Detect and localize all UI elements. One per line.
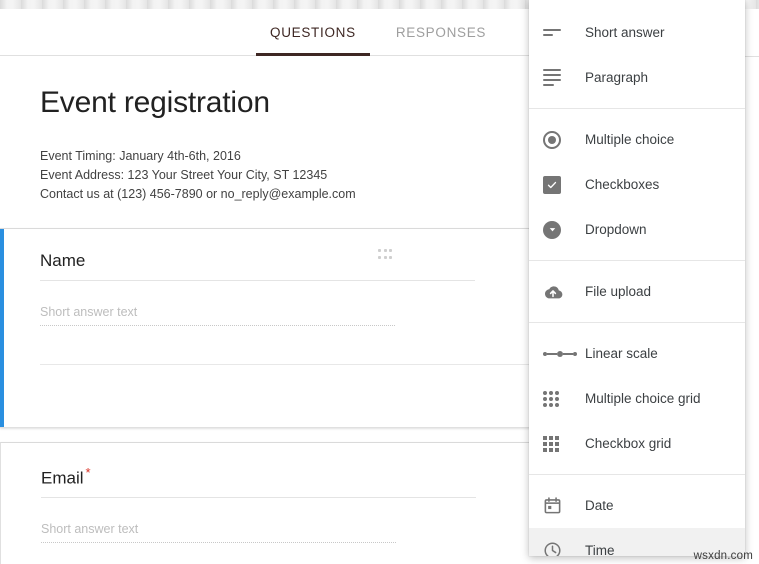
menu-item-linear-scale[interactable]: Linear scale <box>529 331 745 376</box>
tab-responses-label: RESPONSES <box>395 25 487 40</box>
short-answer-icon <box>543 29 577 36</box>
menu-group-datetime: Date Time <box>529 483 745 556</box>
menu-group-file: File upload <box>529 269 745 314</box>
menu-item-linear-scale-label: Linear scale <box>585 346 658 361</box>
menu-group-choice: Multiple choice Checkboxes Dropdown <box>529 117 745 252</box>
question-title-name[interactable]: Name <box>40 251 475 281</box>
menu-item-checkbox-grid-label: Checkbox grid <box>585 436 672 451</box>
editor-tabs: QUESTIONS RESPONSES <box>250 9 506 56</box>
radio-button-icon <box>543 130 577 149</box>
answer-placeholder-name: Short answer text <box>40 305 395 326</box>
menu-item-dropdown[interactable]: Dropdown <box>529 207 745 252</box>
menu-top-padding <box>529 0 745 10</box>
menu-item-multiple-choice[interactable]: Multiple choice <box>529 117 745 162</box>
menu-item-checkboxes-label: Checkboxes <box>585 177 660 192</box>
menu-item-multiple-choice-label: Multiple choice <box>585 132 675 147</box>
menu-item-time-label: Time <box>585 543 615 556</box>
page-right-edge-rule <box>745 56 759 57</box>
drag-handle-icon[interactable] <box>378 249 393 260</box>
site-watermark: wsxdn.com <box>693 550 753 562</box>
linear-scale-icon <box>543 350 577 357</box>
dropdown-arrow-icon <box>543 220 577 239</box>
menu-group-scale-grid: Linear scale Multiple choice grid Checkb… <box>529 331 745 466</box>
menu-item-date[interactable]: Date <box>529 483 745 528</box>
menu-item-date-label: Date <box>585 498 614 513</box>
tab-questions-label: QUESTIONS <box>270 25 356 40</box>
dot-grid-icon <box>543 390 577 407</box>
square-grid-icon <box>543 435 577 452</box>
cloud-upload-icon <box>543 284 577 300</box>
checkbox-icon <box>543 175 577 194</box>
menu-separator-2 <box>529 260 745 261</box>
drag-dot <box>383 255 387 259</box>
drag-dot <box>378 249 381 252</box>
menu-item-checkboxes[interactable]: Checkboxes <box>529 162 745 207</box>
menu-item-paragraph-label: Paragraph <box>585 70 649 85</box>
menu-item-file-upload-label: File upload <box>585 284 652 299</box>
menu-item-dropdown-label: Dropdown <box>585 222 647 237</box>
page-right-edge <box>745 9 759 564</box>
clock-icon <box>543 541 577 556</box>
menu-item-short-answer-label: Short answer <box>585 25 665 40</box>
menu-separator-4 <box>529 474 745 475</box>
question-type-menu[interactable]: Short answer Paragraph Multiple choice C… <box>529 0 745 556</box>
answer-placeholder-email: Short answer text <box>41 522 396 544</box>
question-title-email-text: Email <box>41 468 84 488</box>
question-title-email[interactable]: Email * <box>41 465 476 499</box>
question-title-name-text: Name <box>40 250 86 270</box>
menu-item-short-answer[interactable]: Short answer <box>529 10 745 55</box>
drag-dot <box>383 249 387 252</box>
drag-dot <box>389 255 393 259</box>
menu-item-multiple-choice-grid-label: Multiple choice grid <box>585 391 701 406</box>
required-asterisk: * <box>85 464 91 480</box>
tab-questions[interactable]: QUESTIONS <box>250 9 376 56</box>
drag-dot <box>378 255 381 259</box>
forms-editor-screen: QUESTIONS RESPONSES Event registration E… <box>0 0 759 564</box>
menu-item-paragraph[interactable]: Paragraph <box>529 55 745 100</box>
menu-separator-3 <box>529 322 745 323</box>
menu-group-text: Short answer Paragraph <box>529 10 745 100</box>
menu-item-file-upload[interactable]: File upload <box>529 269 745 314</box>
paragraph-icon <box>543 69 577 86</box>
tab-responses[interactable]: RESPONSES <box>376 9 506 56</box>
menu-item-checkbox-grid[interactable]: Checkbox grid <box>529 421 745 466</box>
drag-dot <box>389 249 393 252</box>
menu-item-multiple-choice-grid[interactable]: Multiple choice grid <box>529 376 745 421</box>
menu-separator-1 <box>529 108 745 109</box>
calendar-icon <box>543 496 577 515</box>
